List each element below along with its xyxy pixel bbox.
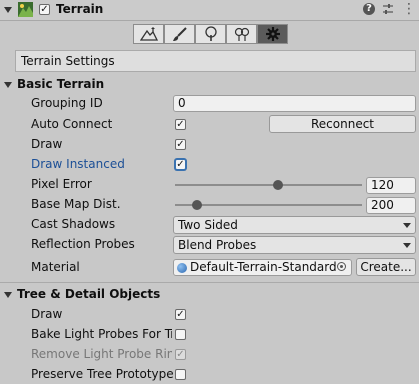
collapse-arrow-icon[interactable]: [4, 7, 12, 13]
pixel-error-field[interactable]: 120: [366, 177, 416, 194]
tool-raise-lower-terrain[interactable]: [133, 24, 164, 44]
pixel-error-slider-thumb[interactable]: [272, 180, 283, 190]
grouping-id-label: Grouping ID: [31, 96, 103, 110]
base-map-dist-field[interactable]: 200: [366, 197, 416, 214]
draw-instanced-checkbox[interactable]: ✓: [175, 159, 186, 170]
tool-paint-trees[interactable]: [195, 24, 226, 44]
draw-instanced-label: Draw Instanced: [31, 157, 125, 171]
tool-paint-details[interactable]: [226, 24, 257, 44]
more-menu-icon[interactable]: ⋮: [402, 2, 416, 16]
component-title: Terrain: [56, 2, 104, 16]
preserve-tree-prototype-label: Preserve Tree Prototype: [31, 367, 174, 381]
tree-icon: [204, 26, 217, 41]
reconnect-button[interactable]: Reconnect: [269, 115, 416, 133]
remove-light-probe-ring-label: Remove Light Probe Ring: [31, 347, 172, 361]
mountain-arrow-icon: [139, 27, 158, 41]
section-divider: [0, 282, 419, 283]
basic-terrain-foldout-icon[interactable]: [4, 82, 12, 88]
reflection-probes-label: Reflection Probes: [31, 237, 135, 251]
material-sphere-icon: [177, 263, 187, 273]
component-header: ✓ Terrain ? ⋮: [0, 0, 419, 21]
material-object-field[interactable]: Default-Terrain-Standard: [173, 259, 352, 276]
bake-light-probes-checkbox[interactable]: [175, 329, 186, 340]
help-icon[interactable]: ?: [363, 3, 375, 15]
cast-shadows-dropdown[interactable]: Two Sided: [173, 216, 416, 234]
terrain-component-icon: [18, 2, 33, 17]
remove-light-probe-ring-checkbox: ✓: [175, 348, 186, 360]
cast-shadows-value: Two Sided: [178, 218, 238, 232]
tool-paint-texture[interactable]: [164, 24, 195, 44]
terrain-toolbar: [133, 24, 291, 44]
presets-icon[interactable]: [382, 3, 394, 15]
tool-terrain-settings[interactable]: [257, 24, 288, 44]
terrain-settings-label: Terrain Settings: [21, 54, 115, 68]
paint-brush-icon: [172, 27, 187, 41]
basic-terrain-title[interactable]: Basic Terrain: [17, 77, 104, 91]
grouping-id-field[interactable]: 0: [173, 95, 416, 112]
tree-detail-foldout-icon[interactable]: [4, 292, 12, 298]
create-material-button[interactable]: Create...: [356, 258, 416, 276]
pixel-error-label: Pixel Error: [31, 177, 92, 191]
tree-detail-title[interactable]: Tree & Detail Objects: [17, 287, 160, 301]
cast-shadows-label: Cast Shadows: [31, 217, 116, 231]
reflection-probes-value: Blend Probes: [178, 238, 257, 252]
component-enabled-checkbox[interactable]: ✓: [39, 4, 50, 15]
base-map-dist-label: Base Map Dist.: [31, 197, 121, 211]
material-label: Material: [31, 260, 80, 274]
auto-connect-label: Auto Connect: [31, 117, 113, 131]
dropdown-arrow-icon: [403, 243, 411, 248]
details-grass-icon: [234, 27, 249, 41]
preserve-tree-prototype-checkbox[interactable]: [175, 369, 186, 380]
terrain-settings-box: Terrain Settings: [15, 50, 416, 72]
base-map-dist-slider-thumb[interactable]: [192, 200, 203, 210]
dropdown-arrow-icon: [403, 223, 411, 228]
object-picker-icon[interactable]: [337, 262, 346, 271]
tree-draw-checkbox[interactable]: ✓: [175, 309, 186, 320]
draw-label: Draw: [31, 137, 63, 151]
auto-connect-checkbox[interactable]: ✓: [175, 119, 186, 130]
material-value: Default-Terrain-Standard: [190, 260, 337, 274]
base-map-dist-slider-track[interactable]: [175, 204, 362, 206]
bake-light-probes-label: Bake Light Probes For Tre: [31, 327, 172, 341]
tree-draw-label: Draw: [31, 307, 63, 321]
gear-icon: [265, 27, 280, 41]
draw-checkbox[interactable]: ✓: [175, 139, 186, 150]
reflection-probes-dropdown[interactable]: Blend Probes: [173, 236, 416, 254]
pixel-error-slider-track[interactable]: [175, 184, 362, 186]
